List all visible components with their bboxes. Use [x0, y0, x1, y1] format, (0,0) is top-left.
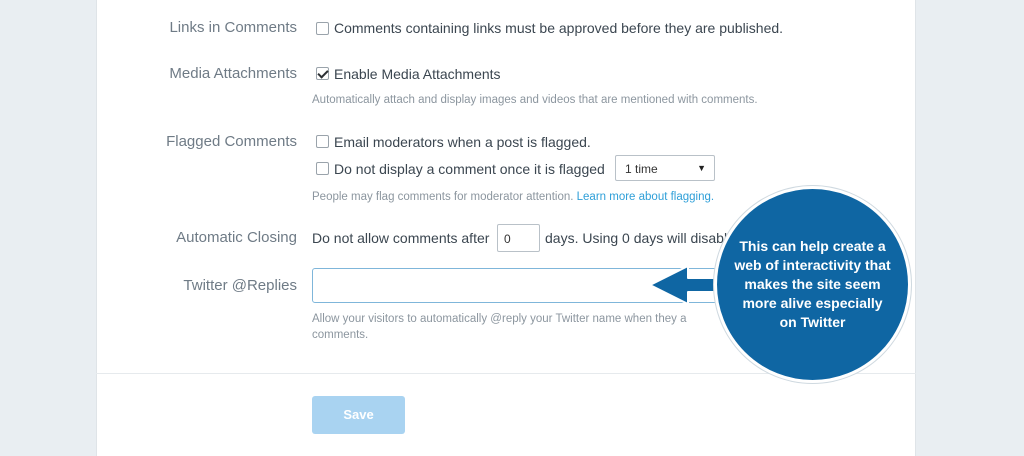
callout-text: This can help create a web of interactiv…	[734, 238, 891, 330]
flagged-hint: People may flag comments for moderator a…	[312, 191, 714, 203]
links-approval-text: Comments containing links must be approv…	[334, 20, 784, 36]
flagged-hint-text: People may flag comments for moderator a…	[312, 191, 574, 203]
flag-email-text: Email moderators when a post is flagged.	[334, 134, 591, 150]
chevron-down-icon: ▼	[697, 163, 706, 173]
closing-days-input[interactable]: 0	[497, 224, 540, 252]
closing-prefix: Do not allow comments after	[312, 230, 490, 246]
twitter-label: Twitter @Replies	[183, 277, 297, 294]
twitter-hint-line2: comments.	[312, 329, 369, 341]
media-hint: Automatically attach and display images …	[312, 94, 758, 106]
links-approval-checkbox[interactable]	[316, 22, 329, 35]
flagged-label: Flagged Comments	[166, 133, 297, 150]
closing-label: Automatic Closing	[176, 229, 297, 246]
media-attachments-checkbox[interactable]	[316, 67, 329, 80]
flag-hide-text: Do not display a comment once it is flag…	[334, 161, 605, 177]
media-attachments-text: Enable Media Attachments	[334, 66, 501, 82]
flag-hide-checkbox[interactable]	[316, 162, 329, 175]
closing-suffix: days. Using 0 days will disable	[545, 230, 735, 246]
flag-email-checkbox[interactable]	[316, 135, 329, 148]
twitter-hint-line1: Allow your visitors to automatically @re…	[312, 313, 687, 325]
learn-more-flagging-link[interactable]: Learn more about flagging.	[577, 191, 714, 203]
flag-count-value: 1 time	[625, 162, 658, 176]
callout-bubble: This can help create a web of interactiv…	[714, 186, 911, 383]
save-button[interactable]: Save	[312, 396, 405, 434]
media-label: Media Attachments	[169, 65, 297, 82]
flag-count-select[interactable]: 1 time ▼	[615, 155, 715, 181]
links-label: Links in Comments	[169, 19, 297, 36]
